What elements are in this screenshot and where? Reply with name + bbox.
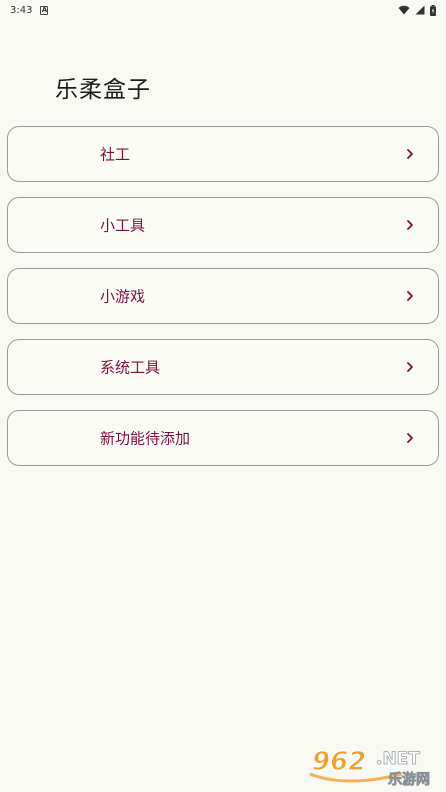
watermark-cn: 乐游网 — [388, 771, 430, 788]
menu-item-tools[interactable]: 小工具 — [7, 197, 439, 253]
chevron-right-icon — [404, 289, 416, 303]
status-bar: 3:43 A — [0, 0, 446, 20]
menu-item-label: 新功能待添加 — [100, 429, 191, 448]
wifi-icon — [398, 5, 410, 15]
watermark-number: 962 — [312, 747, 366, 777]
menu-item-label: 小游戏 — [100, 287, 146, 306]
chevron-right-icon — [404, 147, 416, 161]
menu-item-games[interactable]: 小游戏 — [7, 268, 439, 324]
watermark-logo: 962 .NET 乐游网 — [309, 747, 430, 788]
status-right — [398, 4, 436, 16]
menu-item-social[interactable]: 社工 — [7, 126, 439, 182]
menu-list: 社工 小工具 小游戏 系统工具 新功能待添加 — [7, 126, 439, 481]
menu-item-system-tools[interactable]: 系统工具 — [7, 339, 439, 395]
chevron-right-icon — [404, 218, 416, 232]
battery-icon — [430, 4, 436, 16]
watermark-suffix: .NET — [376, 749, 420, 769]
menu-item-label: 系统工具 — [100, 358, 161, 377]
page-title: 乐柔盒子 — [55, 77, 151, 103]
status-time: 3:43 — [10, 4, 33, 16]
notification-app-icon: A — [40, 5, 49, 15]
menu-item-label: 社工 — [100, 145, 131, 164]
status-left: 3:43 A — [10, 4, 49, 16]
chevron-right-icon — [404, 431, 416, 445]
menu-item-label: 小工具 — [100, 216, 146, 235]
chevron-right-icon — [404, 360, 416, 374]
signal-icon — [415, 5, 425, 15]
menu-item-coming-soon[interactable]: 新功能待添加 — [7, 410, 439, 466]
